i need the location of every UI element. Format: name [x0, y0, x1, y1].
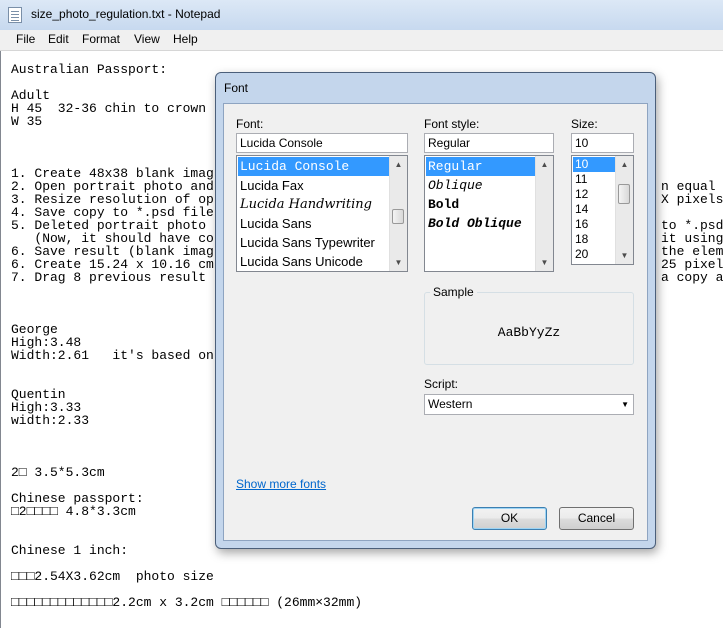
menu-file[interactable]: File: [16, 32, 35, 46]
menu-bar: File Edit Format View Help: [0, 30, 723, 51]
script-label: Script:: [424, 377, 459, 391]
sample-group: Sample AaBbYyZz: [424, 285, 634, 365]
size-list-item[interactable]: 12: [573, 187, 615, 202]
scroll-up-arrow-icon[interactable]: ▲: [390, 156, 407, 173]
size-list-item[interactable]: 18: [573, 232, 615, 247]
font-style-input[interactable]: Regular: [424, 133, 554, 153]
font-style-list-item[interactable]: Oblique: [426, 176, 535, 195]
size-list-item[interactable]: 20: [573, 247, 615, 262]
size-input[interactable]: 10: [571, 133, 634, 153]
scroll-down-arrow-icon[interactable]: ▼: [616, 247, 633, 264]
window-title: size_photo_regulation.txt - Notepad: [31, 7, 221, 21]
scroll-up-arrow-icon[interactable]: ▲: [536, 156, 553, 173]
menu-view[interactable]: View: [134, 32, 160, 46]
document-text-fragment: X pixels: [661, 192, 723, 207]
font-style-scrollbar[interactable]: ▲ ▼: [535, 156, 553, 271]
size-list[interactable]: ▲ ▼ 10 11 12 14 16 18 20: [571, 155, 634, 265]
scroll-up-arrow-icon[interactable]: ▲: [616, 156, 633, 173]
size-list-item[interactable]: 11: [573, 172, 615, 187]
menu-edit[interactable]: Edit: [48, 32, 69, 46]
size-list-item[interactable]: 16: [573, 217, 615, 232]
font-list[interactable]: ▲ ▼ Lucida Console Lucida Fax Lucida Handw…: [236, 155, 408, 272]
font-list-scroll-thumb[interactable]: [392, 209, 404, 224]
size-list-scrollbar[interactable]: ▲ ▼: [615, 156, 633, 264]
font-name-input[interactable]: Lucida Console: [236, 133, 408, 153]
notepad-icon: [8, 7, 22, 23]
font-dialog: Font Font: Lucida Console ▲ ▼ Lucida Con…: [215, 72, 656, 549]
dialog-client: Font: Lucida Console ▲ ▼ Lucida Console L…: [223, 103, 648, 541]
font-list-item[interactable]: Lucida Sans: [238, 214, 389, 233]
sample-text: AaBbYyZz: [497, 325, 561, 340]
size-list-scroll-thumb[interactable]: [618, 184, 630, 204]
close-icon[interactable]: [609, 74, 649, 92]
font-style-list[interactable]: ▲ ▼ Regular Oblique Bold Bold Oblique: [424, 155, 554, 272]
size-list-item[interactable]: 10: [573, 157, 615, 172]
script-value: Western: [428, 397, 473, 411]
size-label: Size:: [571, 117, 598, 131]
font-style-list-item[interactable]: Regular: [426, 157, 535, 176]
font-list-item[interactable]: Lucida Fax: [238, 176, 389, 195]
font-list-scrollbar[interactable]: ▲ ▼: [389, 156, 407, 271]
cancel-button[interactable]: Cancel: [559, 507, 634, 530]
font-list-item[interactable]: Lucida Handwriting: [238, 195, 389, 214]
menu-format[interactable]: Format: [82, 32, 120, 46]
scroll-down-arrow-icon[interactable]: ▼: [536, 254, 553, 271]
ok-button[interactable]: OK: [472, 507, 547, 530]
document-text-fragment: a copy a: [661, 270, 723, 285]
dropdown-arrow-icon: ▼: [621, 400, 629, 409]
scroll-down-arrow-icon[interactable]: ▼: [390, 254, 407, 271]
font-list-item[interactable]: Lucida Sans Unicode: [238, 252, 389, 271]
font-list-item[interactable]: Lucida Console: [238, 157, 389, 176]
font-label: Font:: [236, 117, 264, 131]
menu-help[interactable]: Help: [173, 32, 198, 46]
font-list-item[interactable]: Lucida Sans Typewriter: [238, 233, 389, 252]
font-style-list-item[interactable]: Bold: [426, 195, 535, 214]
show-more-fonts-link[interactable]: Show more fonts: [236, 477, 326, 491]
script-select[interactable]: Western ▼: [424, 394, 634, 415]
size-list-item[interactable]: 14: [573, 202, 615, 217]
sample-label: Sample: [430, 285, 477, 299]
font-style-label: Font style:: [424, 117, 480, 131]
window-titlebar: size_photo_regulation.txt - Notepad: [0, 0, 723, 30]
font-style-list-item[interactable]: Bold Oblique: [426, 214, 535, 233]
dialog-title: Font: [224, 81, 249, 95]
